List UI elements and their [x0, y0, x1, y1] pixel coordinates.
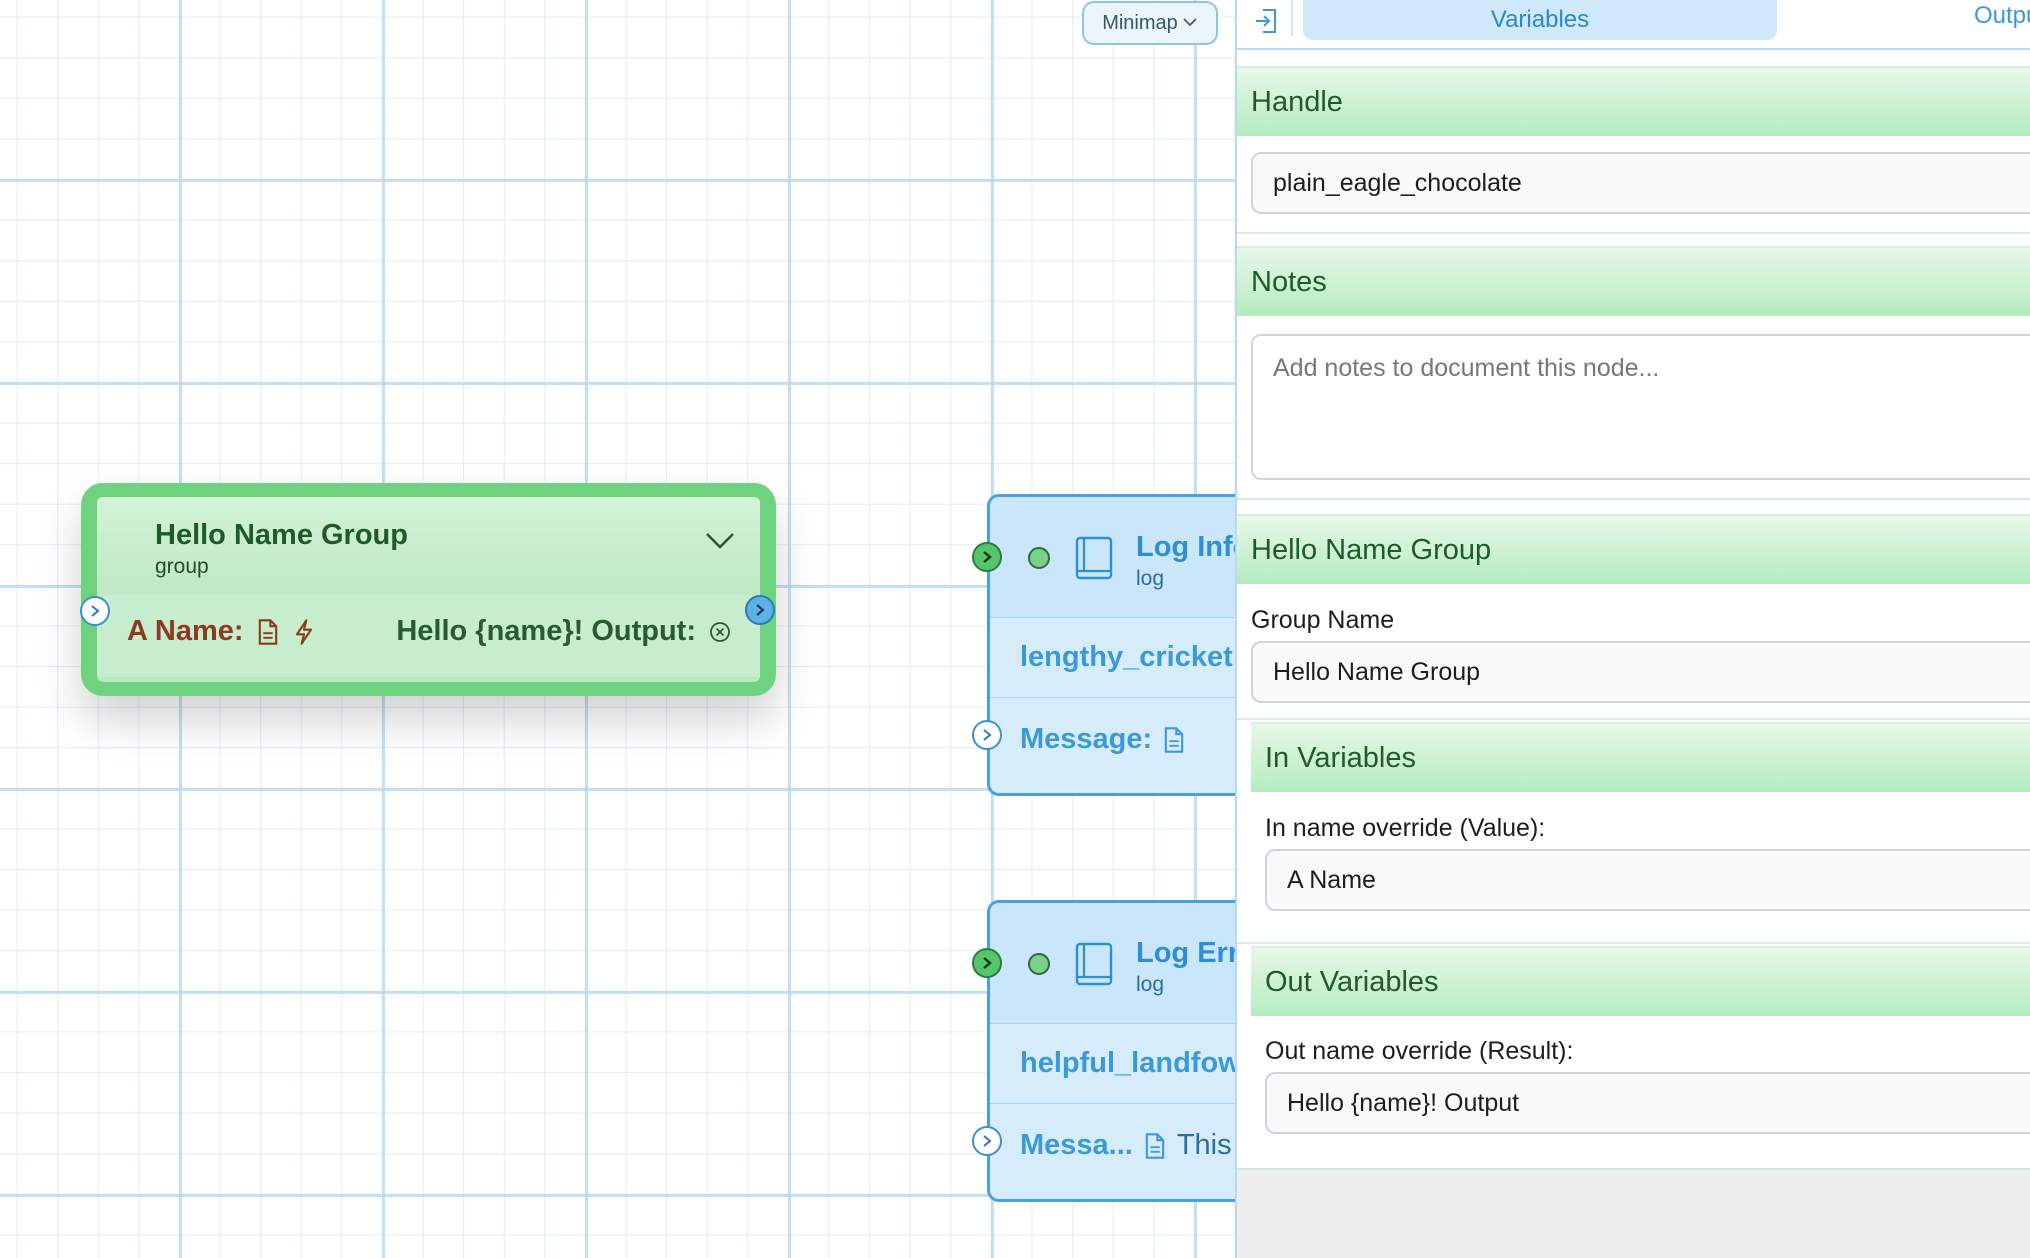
group-section-header: Hello Name Group	[1237, 514, 2030, 584]
log-node-title: Log Info	[1136, 531, 1235, 563]
input-name-label: A Name:	[127, 615, 316, 648]
in-variables-header: In Variables	[1251, 722, 2030, 792]
minimap-button[interactable]: Minimap	[1082, 1, 1218, 45]
message-label: Messa...	[1020, 1129, 1133, 1161]
notes-textarea[interactable]: Add notes to document this node...	[1251, 334, 2030, 480]
log-node-header[interactable]: Log Info log	[990, 497, 1235, 618]
notes-section-header: Notes	[1237, 246, 2030, 316]
input-name-text: A Name:	[127, 615, 244, 647]
handle-section-header: Handle	[1237, 66, 2030, 136]
divider	[1237, 942, 2030, 944]
group-node[interactable]: Hello Name Group group A Name: Hello {na…	[81, 483, 776, 696]
tab-outputs[interactable]: Outputs	[1974, 2, 2030, 30]
divider	[1237, 718, 2030, 720]
group-name-input[interactable]: Hello Name Group	[1251, 641, 2030, 703]
divider	[990, 1103, 1235, 1104]
group-node-title: Hello Name Group	[155, 519, 408, 551]
file-icon	[258, 618, 277, 645]
message-label: Message:	[1020, 723, 1153, 755]
log-message-input-port[interactable]	[972, 1126, 1002, 1156]
panel-footer-area	[1237, 1168, 2030, 1258]
handle-input[interactable]: plain_eagle_chocolate	[1251, 152, 2030, 214]
chevron-right-icon	[983, 1135, 992, 1147]
group-output-port[interactable]	[745, 595, 775, 625]
chevron-down-icon[interactable]	[704, 531, 736, 551]
group-node-body: Hello Name Group group A Name: Hello {na…	[97, 497, 760, 682]
log-node-type: log	[1136, 567, 1165, 590]
log-node-title: Log Error	[1136, 937, 1235, 969]
divider	[1291, 0, 1293, 36]
status-indicator	[1028, 953, 1050, 975]
out-name-override-input[interactable]: Hello {name}! Output	[1265, 1072, 2030, 1134]
log-node-type: log	[1136, 973, 1165, 996]
in-name-override-input[interactable]: A Name	[1265, 849, 2030, 911]
chevron-right-icon	[756, 604, 765, 616]
book-icon	[1075, 536, 1113, 580]
log-node-handle: lengthy_cricket	[1020, 641, 1233, 673]
chevron-right-icon	[983, 551, 992, 563]
book-icon	[1075, 942, 1113, 986]
status-indicator	[1028, 547, 1050, 569]
output-label: Hello {name}! Output:	[396, 615, 732, 648]
close-circle-icon[interactable]	[708, 618, 732, 646]
log-node-handle: helpful_landfowl	[1020, 1047, 1235, 1079]
chevron-right-icon	[983, 957, 992, 969]
properties-panel: Variables Outputs Handle plain_eagle_cho…	[1235, 0, 2030, 1258]
flow-canvas[interactable]: Minimap Hello Name Group group A Name: H…	[0, 0, 1235, 1258]
message-value: This	[1176, 1129, 1232, 1161]
out-variables-header: Out Variables	[1251, 946, 2030, 1016]
log-flow-input-port[interactable]	[972, 542, 1002, 572]
tab-variables[interactable]: Variables	[1303, 0, 1777, 40]
log-node-header[interactable]: Log Error log	[990, 903, 1235, 1024]
group-node-type: group	[155, 555, 209, 578]
out-name-override-label: Out name override (Result):	[1265, 1037, 1574, 1065]
chevron-right-icon	[91, 605, 100, 617]
log-message-row: Message:	[1020, 723, 1186, 756]
file-icon	[1164, 726, 1184, 753]
group-node-header[interactable]: Hello Name Group group	[97, 497, 760, 595]
divider	[1237, 232, 2030, 234]
group-node-io-row: A Name: Hello {name}! Output:	[97, 595, 760, 677]
in-name-override-label: In name override (Value):	[1265, 814, 1546, 842]
chevron-down-icon	[1183, 18, 1197, 27]
minimap-label: Minimap	[1102, 11, 1178, 34]
output-text: Hello {name}! Output:	[396, 615, 696, 647]
group-input-port[interactable]	[80, 596, 110, 626]
chevron-right-icon	[983, 729, 992, 741]
divider	[990, 697, 1235, 698]
log-message-input-port[interactable]	[972, 720, 1002, 750]
log-flow-input-port[interactable]	[972, 948, 1002, 978]
file-icon	[1145, 1132, 1165, 1159]
panel-tab-bar: Variables Outputs	[1237, 0, 2030, 50]
log-node[interactable]: Log Error log helpful_landfowl Messa... …	[987, 900, 1235, 1202]
group-name-label: Group Name	[1251, 606, 1395, 634]
log-node[interactable]: Log Info log lengthy_cricket Message:	[987, 494, 1235, 796]
log-message-row: Messa... This	[1020, 1129, 1232, 1162]
bolt-icon[interactable]	[292, 618, 316, 646]
divider	[1237, 498, 2030, 500]
panel-enter-icon[interactable]	[1253, 6, 1279, 36]
